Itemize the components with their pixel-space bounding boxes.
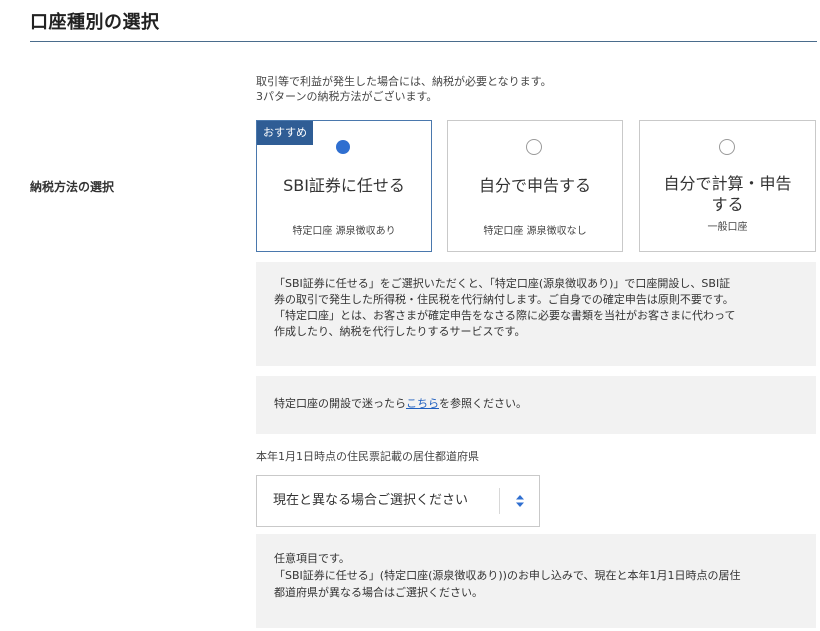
option-subtitle: 特定口座 源泉徴収あり bbox=[292, 226, 396, 237]
title-divider bbox=[30, 41, 817, 42]
intro-line: 取引等で利益が発生した場合には、納税が必要となります。 bbox=[256, 75, 552, 88]
help-link[interactable]: こちら bbox=[406, 397, 439, 410]
option-subtitle: 一般口座 bbox=[707, 222, 748, 233]
description-line: 「SBI証券に任せる」をご選択いただくと、「特定口座(源泉徴収あり)」で口座開設… bbox=[274, 277, 731, 290]
tax-method-label: 納税方法の選択 bbox=[30, 180, 115, 194]
option-title-line: する bbox=[711, 195, 744, 214]
note-line: 任意項目です。 bbox=[274, 552, 350, 565]
description-line: 「特定口座」とは、お客さまが確定申告をなさる際に必要な書類を当社がお客さまに代わ… bbox=[274, 309, 736, 322]
option-subtitle: 特定口座 源泉徴収なし bbox=[483, 226, 587, 237]
residence-note: 任意項目です。 「SBI証券に任せる」(特定口座(源泉徴収あり))のお申し込みで… bbox=[256, 534, 816, 628]
radio-unchecked-icon[interactable] bbox=[526, 139, 542, 155]
page-title: 口座種別の選択 bbox=[30, 12, 160, 33]
tax-method-description: 「SBI証券に任せる」をご選択いただくと、「特定口座(源泉徴収あり)」で口座開設… bbox=[256, 262, 816, 366]
option-title: SBI証券に任せる bbox=[283, 176, 405, 195]
select-value: 現在と異なる場合ご選択ください bbox=[273, 493, 469, 508]
prefecture-select[interactable]: 現在と異なる場合ご選択ください bbox=[256, 475, 540, 527]
residence-label: 本年1月1日時点の住民票記載の居住都道府県 bbox=[256, 450, 479, 463]
help-text: 特定口座の開設で迷ったら bbox=[274, 397, 406, 410]
description-line: 作成したり、納税を代行したりするサービスです。 bbox=[274, 325, 526, 338]
help-text: を参照ください。 bbox=[439, 397, 527, 410]
note-line: 「SBI証券に任せる」(特定口座(源泉徴収あり))のお申し込みで、現在と本年1月… bbox=[274, 569, 741, 582]
option-title: 自分で申告する bbox=[478, 176, 591, 195]
radio-unchecked-icon[interactable] bbox=[718, 139, 735, 155]
recommended-badge: おすすめ bbox=[257, 121, 313, 145]
radio-checked-icon[interactable] bbox=[335, 139, 351, 155]
select-arrows-icon bbox=[500, 476, 539, 526]
note-line: 都道府県が異なる場合はご選択ください。 bbox=[274, 586, 483, 599]
intro-line: 3パターンの納税方法がございます。 bbox=[256, 90, 438, 103]
option-title-line: 自分で計算・申告 bbox=[663, 174, 792, 193]
tax-method-intro: 取引等で利益が発生した場合には、納税が必要となります。 3パターンの納税方法がご… bbox=[256, 74, 552, 104]
option-title: 自分で計算・申告 する bbox=[640, 173, 815, 215]
description-line: 券の取引で発生した所得税・住民税を代行納付します。ご自身での確定申告は原則不要で… bbox=[274, 293, 734, 306]
help-box: 特定口座の開設で迷ったらこちらを参照ください。 bbox=[256, 376, 816, 434]
tax-option-sbi[interactable]: おすすめ SBI証券に任せる 特定口座 源泉徴収あり bbox=[256, 120, 432, 252]
tax-option-self-report[interactable]: 自分で申告する 特定口座 源泉徴収なし bbox=[447, 120, 623, 252]
tax-option-general[interactable]: 自分で計算・申告 する 一般口座 bbox=[639, 120, 816, 252]
